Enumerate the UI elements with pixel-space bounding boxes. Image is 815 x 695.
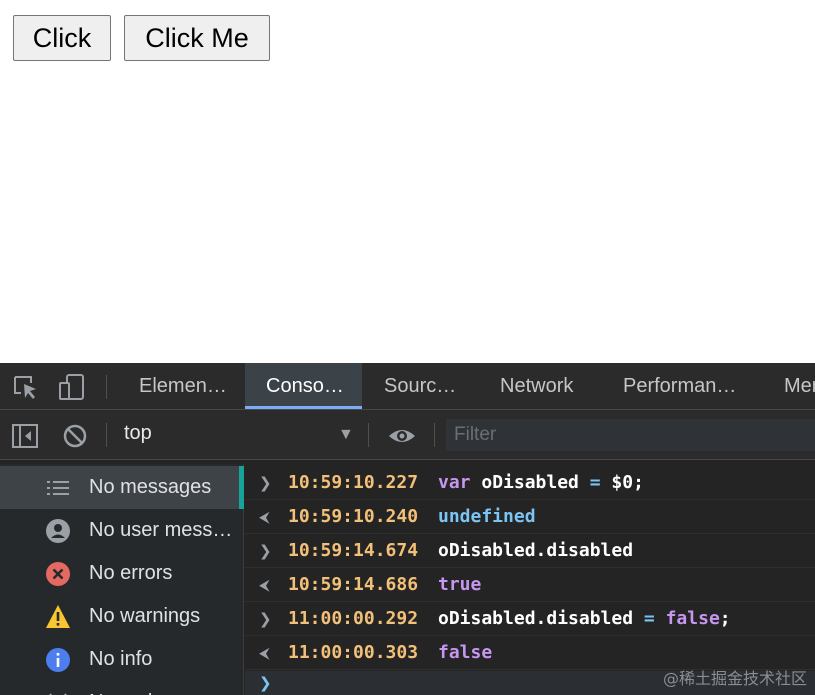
tab-console[interactable]: Conso…: [245, 363, 362, 409]
device-toolbar-icon[interactable]: [57, 373, 87, 401]
tab-performance[interactable]: Performan…: [602, 363, 752, 409]
console-timestamp: 10:59:14.674: [288, 540, 419, 561]
console-result-row[interactable]: ⮜ 10:59:14.686 true: [245, 568, 815, 602]
return-arrow-icon: ⮜: [259, 576, 270, 594]
bug-icon: [49, 693, 67, 695]
console-code: false: [438, 636, 492, 670]
console-sidebar: No messages No user mess… No errors No w…: [0, 464, 244, 695]
code-token: oDisabled.disabled: [438, 540, 634, 561]
console-timestamp: 11:00:00.292: [288, 608, 419, 629]
code-token: var: [438, 472, 471, 493]
sidebar-item-info[interactable]: No info: [0, 638, 244, 681]
toolbar-divider: [368, 423, 369, 447]
code-token: undefined: [438, 506, 536, 527]
chevron-right-icon: ❯: [259, 610, 272, 628]
code-token: $0;: [600, 472, 644, 493]
code-token: true: [438, 574, 482, 595]
sidebar-item-warnings[interactable]: No warnings: [0, 595, 244, 638]
console-result-row[interactable]: ⮜ 10:59:10.240 undefined: [245, 500, 815, 534]
toolbar-divider: [106, 375, 107, 399]
console-toolbar: top ▼: [0, 410, 815, 460]
console-timestamp: 10:59:10.227: [288, 472, 419, 493]
prompt-chevron-icon: ❯: [259, 674, 272, 692]
console-timestamp: 10:59:10.240: [288, 506, 419, 527]
info-icon: [46, 648, 70, 672]
tab-elements[interactable]: Elemen…: [124, 363, 244, 409]
click-button[interactable]: Click: [13, 15, 111, 61]
error-icon: [46, 562, 70, 586]
live-expression-eye-icon[interactable]: [387, 422, 417, 450]
sidebar-item-user-messages[interactable]: No user mess…: [0, 509, 244, 552]
console-timestamp: 11:00:00.303: [288, 642, 419, 663]
code-token: =: [589, 472, 601, 493]
list-icon: [47, 481, 69, 495]
sidebar-item-label: No info: [89, 648, 153, 670]
console-code: true: [438, 568, 481, 602]
toolbar-divider: [434, 423, 435, 447]
console-code: undefined: [438, 500, 536, 534]
tab-memory[interactable]: Mer: [764, 363, 815, 409]
filter-input[interactable]: [446, 419, 815, 451]
page: Click Click Me Elemen… Conso… Sourc… Net…: [0, 0, 815, 695]
click-me-button[interactable]: Click Me: [124, 15, 270, 61]
console-input-row[interactable]: ❯ 10:59:10.227 var oDisabled = $0;: [245, 466, 815, 500]
code-token: ;: [719, 608, 731, 629]
code-token: oDisabled.disabled: [438, 608, 644, 629]
sidebar-item-label: No messages: [89, 476, 212, 498]
devtools-tab-bar: Elemen… Conso… Sourc… Network Performan……: [0, 363, 815, 410]
console-output: ❯ 10:59:10.227 var oDisabled = $0; ⮜ 10:59:1…: [245, 464, 815, 695]
code-token: false: [438, 642, 493, 663]
watermark-text: @稀土掘金技术社区: [662, 669, 807, 688]
chevron-right-icon: ❯: [259, 474, 272, 492]
sidebar-item-label: No verbose: [89, 681, 237, 695]
code-token: oDisabled: [470, 472, 590, 493]
warning-icon: [46, 605, 70, 628]
devtools-panel: Elemen… Conso… Sourc… Network Performan……: [0, 363, 815, 695]
toolbar-divider: [106, 423, 107, 447]
code-token: false: [665, 608, 720, 629]
console-code: oDisabled.disabled = false;: [438, 602, 731, 636]
inspect-element-icon[interactable]: [11, 373, 41, 401]
return-arrow-icon: ⮜: [259, 508, 270, 526]
sidebar-item-messages[interactable]: No messages: [0, 466, 244, 509]
console-code: var oDisabled = $0;: [438, 466, 644, 500]
sidebar-item-label: No warnings: [89, 605, 201, 627]
console-timestamp: 10:59:14.686: [288, 574, 419, 595]
sidebar-item-label: No user mess…: [89, 519, 233, 541]
context-selector[interactable]: top: [124, 422, 152, 445]
context-dropdown-arrow-icon[interactable]: ▼: [338, 426, 354, 444]
tab-network[interactable]: Network: [481, 363, 601, 409]
tab-sources[interactable]: Sourc…: [364, 363, 480, 409]
console-input-row[interactable]: ❯ 11:00:00.292 oDisabled.disabled = false;: [245, 602, 815, 636]
sidebar-item-verbose[interactable]: No verbose: [0, 681, 244, 695]
chevron-right-icon: ❯: [259, 542, 272, 560]
return-arrow-icon: ⮜: [259, 644, 270, 662]
code-token: =: [643, 608, 655, 629]
user-icon: [46, 519, 70, 543]
clear-console-icon[interactable]: [61, 422, 89, 450]
show-sidebar-icon[interactable]: [11, 422, 39, 450]
console-code: oDisabled.disabled: [438, 534, 633, 568]
sidebar-item-errors[interactable]: No errors: [0, 552, 244, 595]
sidebar-item-label: No errors: [89, 562, 173, 584]
console-input-row[interactable]: ❯ 10:59:14.674 oDisabled.disabled: [245, 534, 815, 568]
